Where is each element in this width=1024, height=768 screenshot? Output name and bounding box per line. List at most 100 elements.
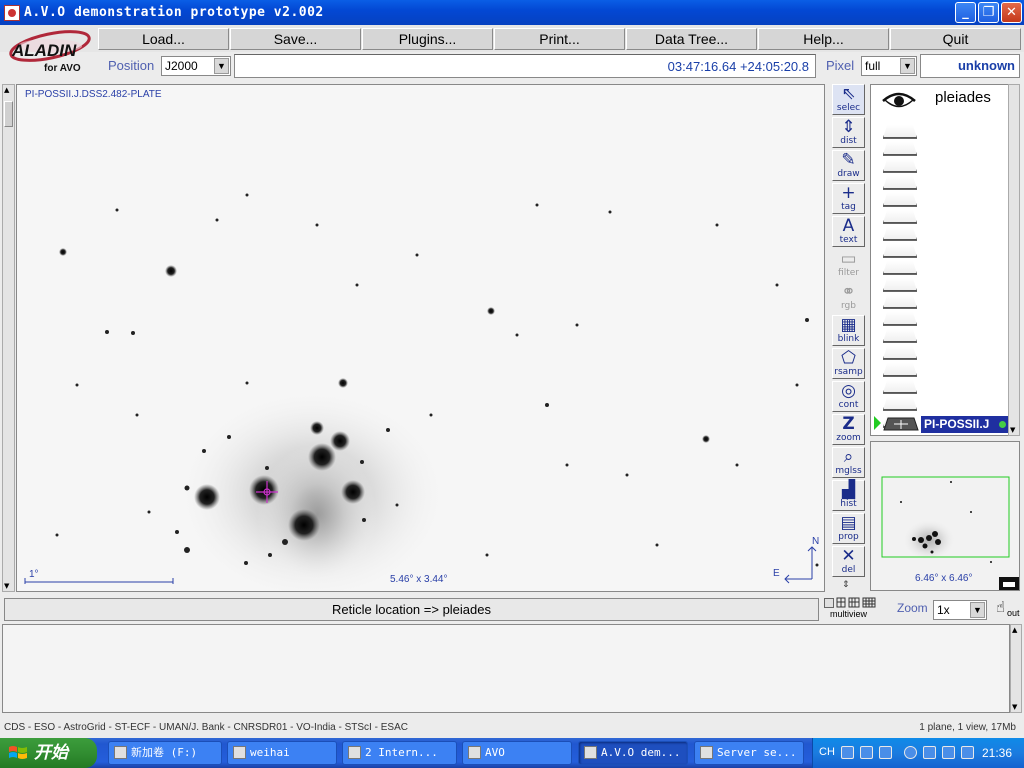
select-tool[interactable]: ⇖ selec: [832, 84, 865, 115]
empty-plane-slot[interactable]: [883, 278, 917, 291]
close-button[interactable]: ✕: [1001, 2, 1022, 23]
current-plane-indicator[interactable]: [874, 414, 920, 432]
empty-plane-slot[interactable]: [883, 142, 917, 155]
start-button[interactable]: 开始: [0, 738, 97, 768]
quit-button[interactable]: Quit: [890, 28, 1021, 50]
dist-tool[interactable]: ⇕ dist: [832, 117, 865, 148]
filter-icon: ▭: [840, 249, 857, 269]
empty-plane-slot[interactable]: [883, 244, 917, 257]
cont-tool[interactable]: ◎ cont: [832, 381, 865, 412]
empty-plane-slot[interactable]: [883, 329, 917, 342]
scroll-thumb[interactable]: [4, 101, 13, 127]
taskbar-item-internet[interactable]: 2 Intern...: [342, 741, 457, 765]
frame-select[interactable]: J2000 ▼: [161, 56, 231, 76]
save-button[interactable]: Save...: [230, 28, 361, 50]
network-icon[interactable]: [923, 746, 936, 759]
chevron-down-icon[interactable]: ▼: [970, 602, 985, 618]
blink-tool[interactable]: ▦ blink: [832, 315, 865, 346]
taskbar-item-server[interactable]: Server se...: [694, 741, 804, 765]
hist-tool[interactable]: ▟ hist: [832, 480, 865, 511]
zoom-out-button[interactable]: ☝ out: [994, 598, 1020, 620]
scroll-down-icon[interactable]: ▼: [1012, 703, 1017, 711]
plugins-button[interactable]: Plugins...: [362, 28, 493, 50]
multiview-checkbox[interactable]: [824, 598, 834, 608]
magnifier-icon[interactable]: [942, 746, 955, 759]
console-scrollbar[interactable]: ▲ ▼: [1010, 624, 1022, 713]
scroll-down-icon[interactable]: ▼: [1010, 426, 1015, 434]
empty-plane-slot[interactable]: [883, 210, 917, 223]
empty-plane-slot[interactable]: [883, 312, 917, 325]
chevron-down-icon[interactable]: ▼: [214, 58, 229, 74]
plus-icon: +: [841, 183, 856, 203]
taskbar-item-avo[interactable]: AVO: [462, 741, 572, 765]
pixel-mode-select[interactable]: full ▼: [861, 56, 917, 76]
keyboard-icon[interactable]: [841, 746, 854, 759]
help-button[interactable]: Help...: [758, 28, 889, 50]
load-button[interactable]: Load...: [98, 28, 229, 50]
empty-plane-slot[interactable]: [883, 159, 917, 172]
scale-label: 1°: [29, 569, 39, 580]
empty-plane-slot[interactable]: [883, 363, 917, 376]
empty-plane-slot[interactable]: [883, 261, 917, 274]
taskbar-item-drive[interactable]: 新加卷 (F:): [108, 741, 222, 765]
input-icon[interactable]: [879, 746, 892, 759]
overview-panel[interactable]: 6.46° x 6.46°: [870, 441, 1020, 591]
data-tree-button[interactable]: Data Tree...: [626, 28, 757, 50]
pencil-icon: ✎: [841, 150, 856, 170]
print-button[interactable]: Print...: [494, 28, 625, 50]
draw-tool[interactable]: ✎ draw: [832, 150, 865, 181]
position-label: Position: [108, 58, 155, 73]
survey-label: PI-POSSII.J.DSS2.482-PLATE: [25, 89, 162, 100]
console-area[interactable]: [2, 624, 1010, 713]
zoom-value: 1x: [937, 603, 950, 617]
maximize-button[interactable]: ❐: [978, 2, 999, 23]
multiview-grid-icon[interactable]: [836, 597, 878, 609]
stack-scrollbar[interactable]: ▼: [1008, 84, 1020, 436]
slot-base-line: [883, 410, 917, 411]
tag-tool[interactable]: + tag: [832, 183, 865, 214]
zoom-tool[interactable]: Zzoom: [832, 414, 865, 445]
slot-base-line: [883, 393, 917, 394]
resize-arrows-icon[interactable]: ⇕: [842, 580, 850, 590]
zoom-select[interactable]: 1x ▼: [933, 600, 987, 620]
empty-plane-slot[interactable]: [883, 380, 917, 393]
tray-expand-icon[interactable]: [904, 746, 917, 759]
plane-stack[interactable]: pleiades PI-POSSII.J: [870, 84, 1020, 436]
empty-plane-slot[interactable]: [883, 346, 917, 359]
monitor-icon[interactable]: [961, 746, 974, 759]
image-view[interactable]: PI-POSSII.J.DSS2.482-PLATE 1° 5.46° x 3.…: [16, 84, 825, 592]
help-icon[interactable]: [860, 746, 873, 759]
selected-plane-label[interactable]: PI-POSSII.J: [921, 416, 1009, 433]
coordinate-readout: 03:47:16.64 +24:05:20.8: [667, 59, 809, 74]
scroll-up-icon[interactable]: ▲: [4, 86, 9, 94]
empty-plane-slot[interactable]: [883, 295, 917, 308]
del-tool[interactable]: ✕ del: [832, 546, 865, 577]
position-field[interactable]: 03:47:16.64 +24:05:20.8: [234, 54, 816, 78]
empty-plane-slot[interactable]: [883, 397, 917, 410]
sky-image[interactable]: [17, 85, 825, 592]
taskbar-item-weihai[interactable]: weihai: [227, 741, 337, 765]
empty-plane-slot[interactable]: [883, 176, 917, 189]
empty-plane-slot[interactable]: [883, 227, 917, 240]
delete-x-icon: ✕: [841, 546, 856, 566]
title-bar[interactable]: A.V.O demonstration prototype v2.002 _ ❐…: [0, 0, 1024, 25]
empty-plane-slot[interactable]: [883, 193, 917, 206]
empty-plane-slot[interactable]: [883, 125, 917, 138]
rsamp-tool[interactable]: ⬠ rsamp: [832, 348, 865, 379]
overview-image[interactable]: [871, 442, 1020, 591]
java-cup-icon: [700, 746, 713, 759]
minimize-button[interactable]: _: [955, 2, 976, 23]
taskbar-item-avo-demo[interactable]: A.V.O dem...: [578, 741, 688, 765]
language-indicator[interactable]: CH: [819, 746, 835, 758]
scroll-down-icon[interactable]: ▼: [4, 582, 9, 590]
text-tool[interactable]: Atext: [832, 216, 865, 247]
app-icon[interactable]: [4, 4, 20, 21]
windows-flag-icon: [9, 746, 27, 759]
play-triangle-icon: [874, 416, 881, 430]
eye-icon[interactable]: [881, 87, 917, 111]
mglss-tool[interactable]: ⌕ mglss: [832, 447, 865, 478]
scroll-up-icon[interactable]: ▲: [1012, 626, 1017, 634]
prop-tool[interactable]: ▤ prop: [832, 513, 865, 544]
chevron-down-icon[interactable]: ▼: [900, 58, 915, 74]
view-scrollbar[interactable]: ▲ ▼: [2, 84, 15, 592]
